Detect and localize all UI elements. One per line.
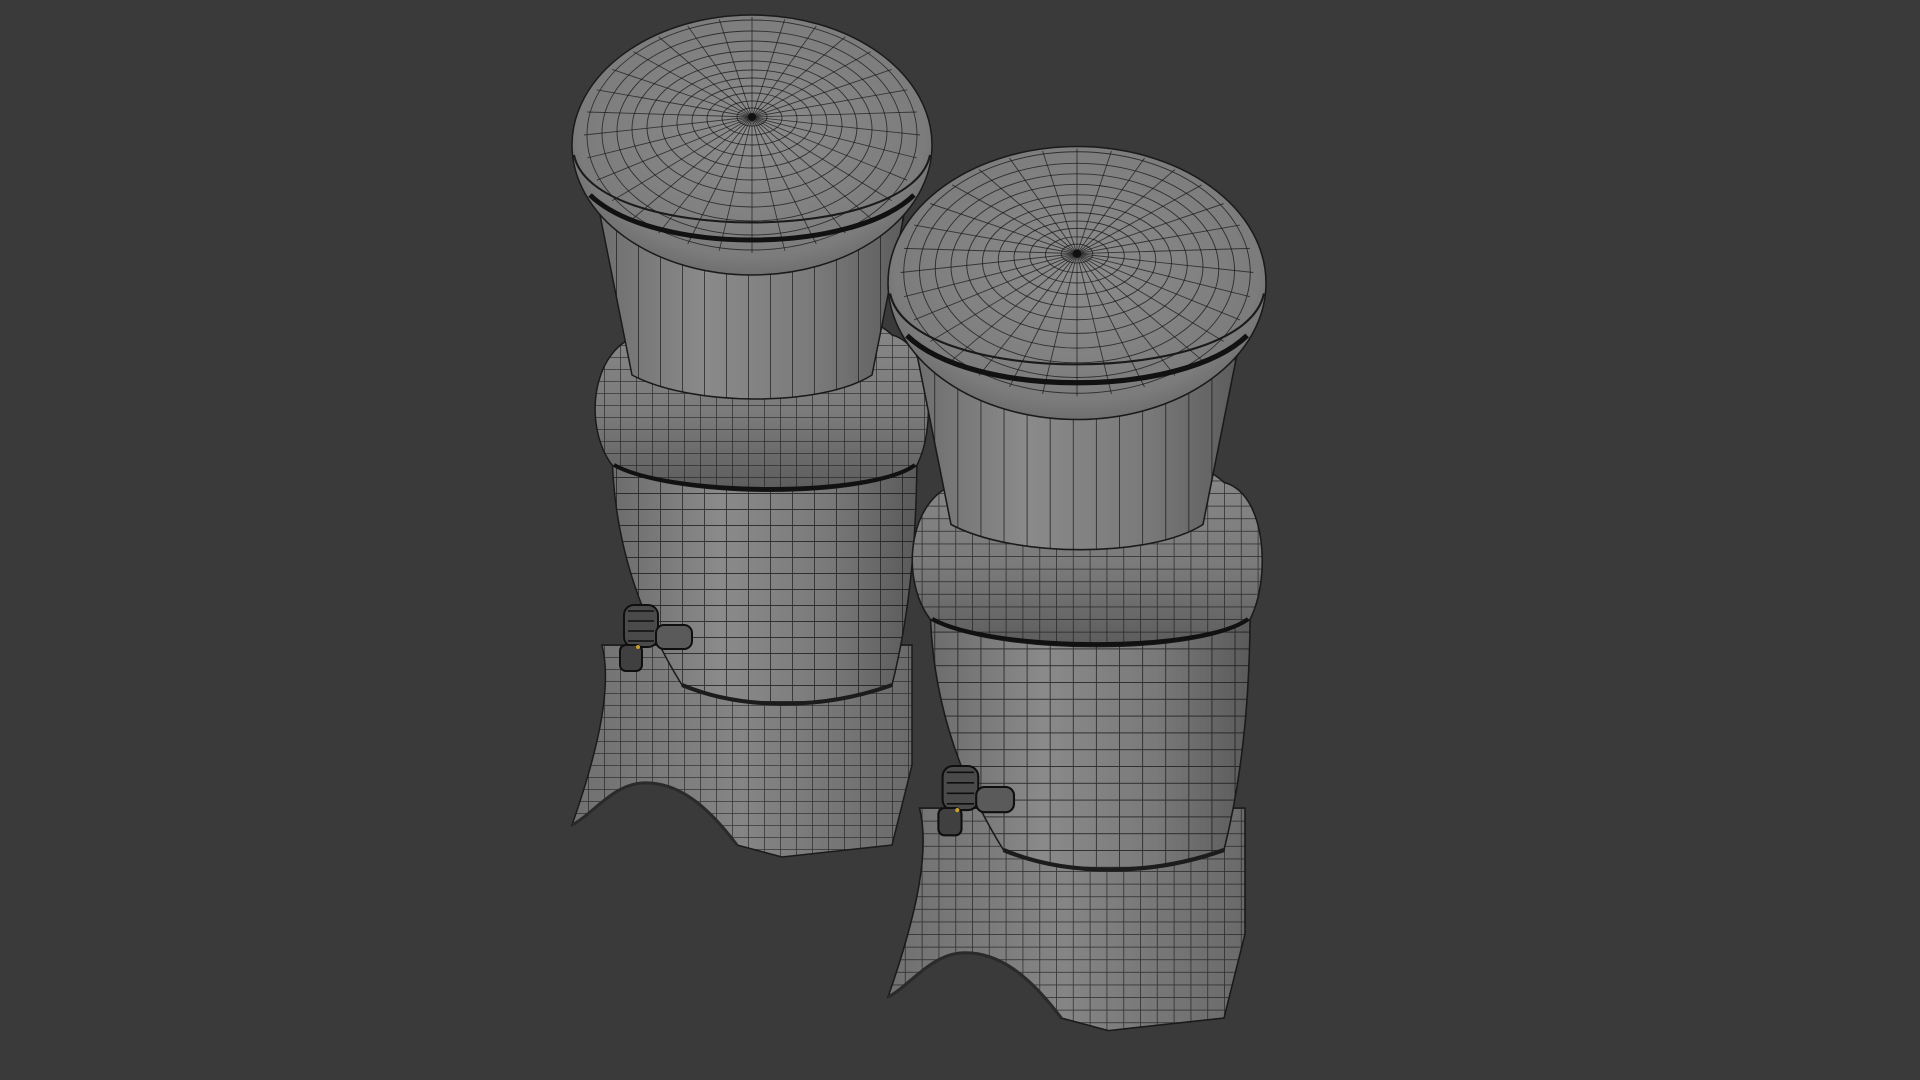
3d-viewport[interactable]: [0, 0, 1920, 1080]
scene-canvas[interactable]: [0, 0, 1920, 1080]
water-filter-dispenser-right[interactable]: [888, 147, 1266, 1031]
water-filter-dispenser-left[interactable]: [572, 15, 932, 857]
